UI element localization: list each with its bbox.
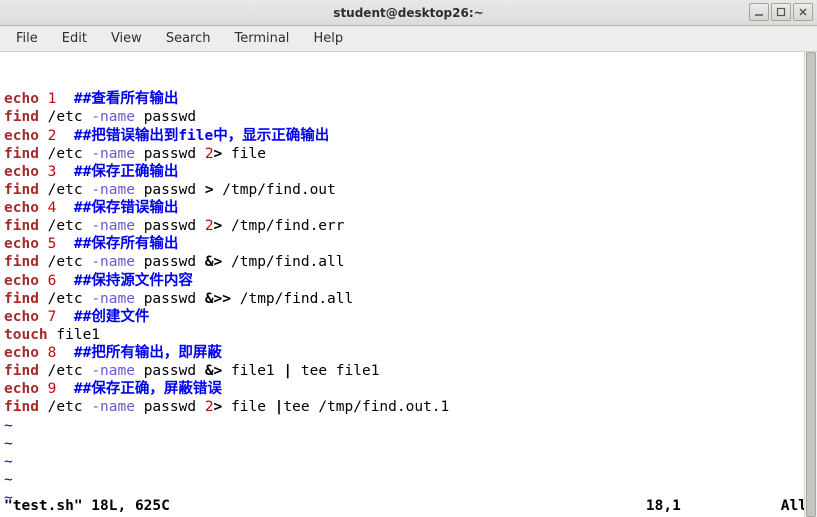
code-line: find /etc -name passwd [4,108,813,126]
code-line: find /etc -name passwd &> /tmp/find.all [4,253,813,271]
code-line: echo 2 ##把错误输出到file中，显示正确输出 [4,127,813,145]
titlebar: student@desktop26:~ [0,0,817,26]
menu-help[interactable]: Help [303,28,353,49]
minimize-button[interactable] [749,3,769,21]
minimize-icon [754,7,764,17]
code-line: echo 7 ##创建文件 [4,308,813,326]
menu-edit[interactable]: Edit [52,28,97,49]
empty-line-tilde: ~ [4,471,813,489]
empty-line-tilde: ~ [4,435,813,453]
menubar: File Edit View Search Terminal Help [0,26,817,52]
status-cursor-position: 18,1 [646,497,781,515]
window-controls [749,3,813,21]
code-line: echo 6 ##保持源文件内容 [4,272,813,290]
code-line: find /etc -name passwd &> file1 | tee fi… [4,362,813,380]
code-line: echo 9 ##保存正确，屏蔽错误 [4,380,813,398]
code-line: echo 5 ##保存所有输出 [4,235,813,253]
empty-line-tilde: ~ [4,453,813,471]
close-button[interactable] [793,3,813,21]
code-line: echo 8 ##把所有输出，即屏蔽 [4,344,813,362]
code-line: echo 3 ##保存正确输出 [4,163,813,181]
code-line: find /etc -name passwd > /tmp/find.out [4,181,813,199]
code-line: find /etc -name passwd 2> file [4,145,813,163]
code-line: echo 4 ##保存错误输出 [4,199,813,217]
menu-search[interactable]: Search [156,28,221,49]
menu-terminal[interactable]: Terminal [224,28,299,49]
close-icon [798,7,808,17]
status-file-info: "test.sh" 18L, 625C [4,497,170,515]
scrollbar-thumb[interactable] [806,52,816,517]
code-line: find /etc -name passwd &>> /tmp/find.all [4,290,813,308]
empty-line-tilde: ~ [4,417,813,435]
code-line: echo 1 ##查看所有输出 [4,90,813,108]
code-line: touch file1 [4,326,813,344]
code-line: find /etc -name passwd 2> /tmp/find.err [4,217,813,235]
maximize-button[interactable] [771,3,791,21]
terminal-area[interactable]: echo 1 ##查看所有输出find /etc -name passwdech… [0,52,817,517]
window-title: student@desktop26:~ [333,6,483,20]
scrollbar[interactable] [804,52,817,517]
menu-file[interactable]: File [6,28,48,49]
maximize-icon [776,7,786,17]
menu-view[interactable]: View [101,28,152,49]
code-line: find /etc -name passwd 2> file |tee /tmp… [4,398,813,416]
vim-statusbar: "test.sh" 18L, 625C 18,1 All [4,497,813,515]
